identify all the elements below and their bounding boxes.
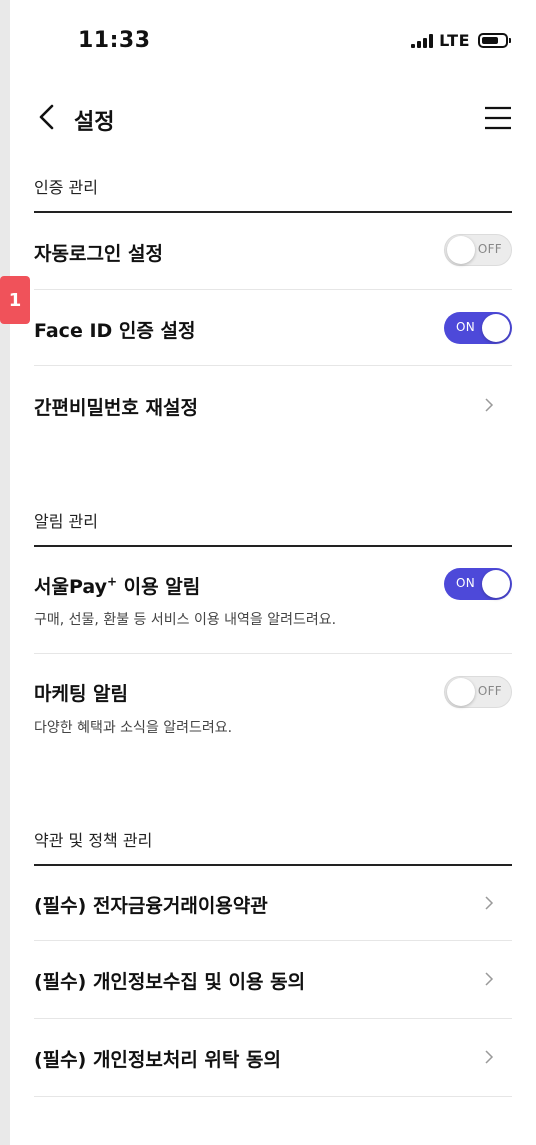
setting-row-pay-usage[interactable]: 서울Pay+ 이용 알림 구매, 선물, 환불 등 서비스 이용 내역을 알려드…: [34, 546, 512, 654]
status-bar: 11:33 LTE: [10, 0, 536, 88]
phone-screen: 11:33 LTE 설정 인증 관리 자동로그인 설정 OFF Face ID …: [10, 0, 536, 1145]
toggle-state-text: ON: [456, 320, 476, 334]
toggle-knob: [447, 678, 475, 706]
battery-icon: [478, 33, 511, 48]
marketing-description: 다양한 혜택과 소식을 알려드려요.: [34, 720, 233, 736]
signal-icon: [411, 33, 434, 48]
toggle-knob: [482, 314, 510, 342]
toggle-knob: [482, 570, 510, 598]
header: 설정: [10, 88, 536, 152]
setting-row-simple-pin[interactable]: 간편비밀번호 재설정: [34, 366, 512, 444]
toggle-state-text: OFF: [477, 684, 502, 698]
toggle-state-text: OFF: [477, 242, 502, 256]
face-id-toggle[interactable]: ON: [444, 312, 512, 344]
section-title-auth: 인증 관리: [34, 178, 98, 197]
terms-item-label: (필수) 개인정보처리 위탁 동의: [34, 1049, 281, 1071]
status-indicators: LTE: [411, 31, 511, 50]
pay-usage-label: 서울Pay+ 이용 알림: [34, 574, 201, 598]
section-title-terms: 약관 및 정책 관리: [34, 831, 153, 850]
hamburger-menu-icon[interactable]: [484, 106, 512, 130]
terms-item-label: (필수) 개인정보수집 및 이용 동의: [34, 971, 306, 993]
setting-row-auto-login[interactable]: 자동로그인 설정 OFF: [34, 212, 512, 290]
marketing-toggle[interactable]: OFF: [444, 676, 512, 708]
section-title-notifications: 알림 관리: [34, 512, 98, 531]
toggle-knob: [447, 236, 475, 264]
chevron-right-icon: [485, 896, 494, 910]
back-chevron-icon[interactable]: [34, 102, 64, 132]
pay-usage-toggle[interactable]: ON: [444, 568, 512, 600]
terms-row-privacy-collection[interactable]: (필수) 개인정보수집 및 이용 동의: [34, 941, 512, 1019]
auto-login-toggle[interactable]: OFF: [444, 234, 512, 266]
terms-item-label: (필수) 전자금융거래이용약관: [34, 895, 268, 917]
network-type: LTE: [439, 31, 470, 50]
auto-login-label: 자동로그인 설정: [34, 243, 163, 265]
chevron-right-icon: [485, 1050, 494, 1064]
toggle-state-text: ON: [456, 576, 476, 590]
terms-row-privacy-consignment[interactable]: (필수) 개인정보처리 위탁 동의: [34, 1019, 512, 1097]
setting-row-marketing[interactable]: 마케팅 알림 다양한 혜택과 소식을 알려드려요. OFF: [34, 654, 512, 760]
annotation-badge: 1: [0, 276, 30, 324]
status-time: 11:33: [78, 28, 151, 53]
pay-usage-description: 구매, 선물, 환불 등 서비스 이용 내역을 알려드려요.: [34, 612, 337, 628]
simple-pin-label: 간편비밀번호 재설정: [34, 397, 198, 419]
row-divider: [34, 1096, 512, 1097]
terms-row-electronic-finance[interactable]: (필수) 전자금융거래이용약관: [34, 865, 512, 941]
chevron-right-icon: [485, 398, 494, 412]
page-title: 설정: [74, 110, 115, 135]
chevron-right-icon: [485, 972, 494, 986]
setting-row-face-id[interactable]: Face ID 인증 설정 ON: [34, 290, 512, 366]
marketing-label: 마케팅 알림: [34, 683, 129, 705]
face-id-label: Face ID 인증 설정: [34, 320, 196, 342]
